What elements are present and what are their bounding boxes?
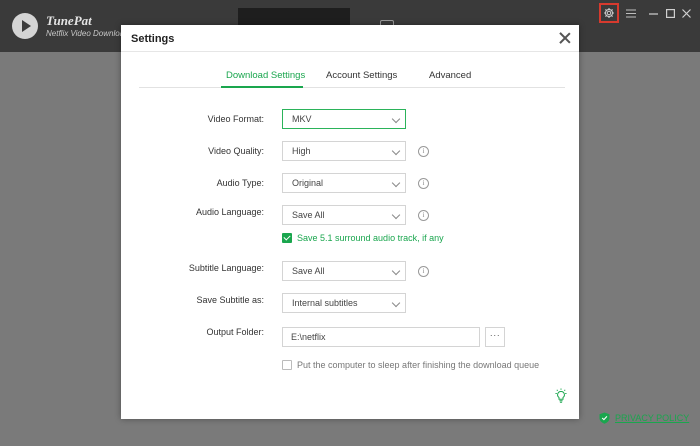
audio-language-select[interactable]: Save All xyxy=(282,205,406,225)
save-subtitle-value: Internal subtitles xyxy=(292,298,358,308)
hamburger-icon xyxy=(626,9,636,17)
close-icon xyxy=(681,8,691,18)
maximize-icon xyxy=(665,8,675,18)
sleep-after-download-checkbox[interactable] xyxy=(282,360,292,370)
info-icon[interactable]: i xyxy=(418,266,429,277)
info-icon[interactable]: i xyxy=(418,178,429,189)
video-format-select[interactable]: MKV xyxy=(282,109,406,129)
active-tab-indicator xyxy=(221,86,303,88)
audio-language-label: Audio Language: xyxy=(195,207,264,217)
maximize-button[interactable] xyxy=(664,3,676,23)
browse-folder-button[interactable]: ··· xyxy=(485,327,505,347)
info-icon[interactable]: i xyxy=(418,210,429,221)
info-icon[interactable]: i xyxy=(418,146,429,157)
chevron-down-icon xyxy=(391,146,401,156)
output-folder-input[interactable]: E:\netflix xyxy=(282,327,480,347)
chevron-down-icon xyxy=(391,114,401,124)
video-quality-select[interactable]: High xyxy=(282,141,406,161)
video-quality-value: High xyxy=(292,146,311,156)
gear-icon xyxy=(604,8,614,18)
chevron-down-icon xyxy=(391,298,401,308)
minimize-icon xyxy=(648,12,658,15)
app-name: TunePat xyxy=(46,13,92,28)
subtitle-language-value: Save All xyxy=(292,266,325,276)
lightbulb-icon[interactable] xyxy=(554,388,568,404)
dialog-divider xyxy=(121,51,579,52)
window-close-button[interactable] xyxy=(680,3,692,23)
output-folder-label: Output Folder: xyxy=(206,327,264,337)
tunepat-logo-icon xyxy=(12,13,38,39)
audio-type-select[interactable]: Original xyxy=(282,173,406,193)
surround-audio-checkbox[interactable] xyxy=(282,233,292,243)
privacy-policy-link[interactable]: PRIVACY POLICY xyxy=(599,412,689,424)
settings-tabs: Download Settings Account Settings Advan… xyxy=(139,62,565,88)
minimize-button[interactable] xyxy=(647,3,659,23)
surround-audio-label[interactable]: Save 5.1 surround audio track, if any xyxy=(297,233,444,243)
shield-icon xyxy=(599,412,610,424)
sleep-after-download-label[interactable]: Put the computer to sleep after finishin… xyxy=(297,360,539,370)
tab-download-settings[interactable]: Download Settings xyxy=(226,70,305,81)
settings-dialog: Settings Download Settings Account Setti… xyxy=(121,25,579,419)
save-subtitle-label: Save Subtitle as: xyxy=(196,295,264,305)
subtitle-language-select[interactable]: Save All xyxy=(282,261,406,281)
video-quality-label: Video Quality: xyxy=(208,146,264,156)
audio-type-label: Audio Type: xyxy=(216,178,264,188)
video-format-label: Video Format: xyxy=(207,114,264,124)
dialog-close-button[interactable] xyxy=(558,31,572,45)
audio-type-value: Original xyxy=(292,178,324,188)
chevron-down-icon xyxy=(391,178,401,188)
dialog-title: Settings xyxy=(131,33,175,45)
save-subtitle-select[interactable]: Internal subtitles xyxy=(282,293,406,313)
tab-account-settings[interactable]: Account Settings xyxy=(326,70,397,81)
tab-advanced[interactable]: Advanced xyxy=(429,70,471,81)
chevron-down-icon xyxy=(391,266,401,276)
privacy-policy-label[interactable]: PRIVACY POLICY xyxy=(615,413,689,423)
settings-button[interactable] xyxy=(599,3,619,23)
subtitle-language-label: Subtitle Language: xyxy=(188,263,264,273)
audio-language-value: Save All xyxy=(292,210,325,220)
video-format-value: MKV xyxy=(292,114,312,124)
menu-button[interactable] xyxy=(624,3,638,23)
chevron-down-icon xyxy=(391,210,401,220)
